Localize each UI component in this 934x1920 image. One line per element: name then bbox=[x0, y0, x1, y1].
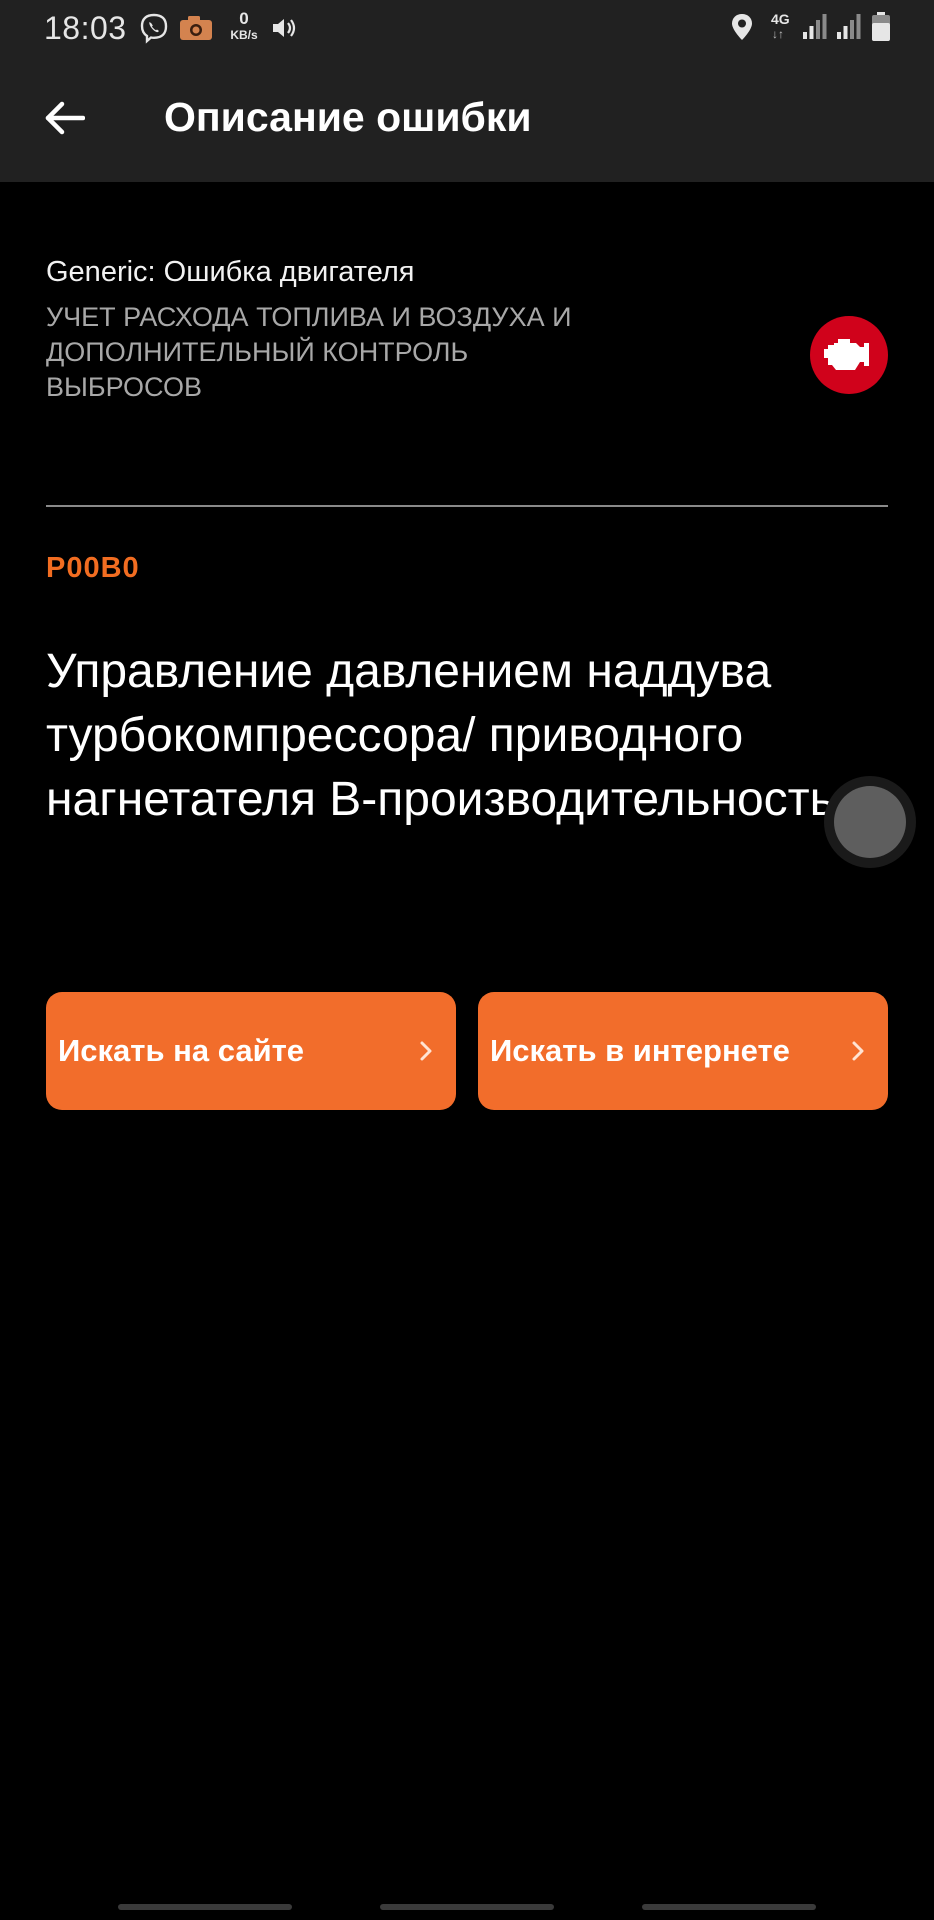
floating-assistive-button[interactable] bbox=[824, 776, 916, 868]
net-speed-indicator: 0 KB/s bbox=[224, 10, 264, 41]
floating-assistive-ball bbox=[834, 786, 906, 858]
network-type: 4G bbox=[771, 11, 790, 27]
net-speed-value: 0 bbox=[239, 9, 249, 28]
search-web-label: Искать в интернете bbox=[490, 1033, 790, 1068]
status-time: 18:03 bbox=[44, 10, 127, 46]
error-description: Управление давлением наддува турбокомпре… bbox=[46, 645, 835, 826]
signal-icon bbox=[802, 12, 828, 45]
signal-icon-2 bbox=[836, 12, 862, 45]
arrow-left-icon bbox=[45, 101, 85, 135]
error-subsystem: УЧЕТ РАСХОДА ТОПЛИВА И ВОЗДУХА И ДОПОЛНИ… bbox=[46, 302, 572, 402]
nav-back-hint[interactable] bbox=[642, 1904, 816, 1910]
check-engine-icon bbox=[824, 339, 869, 370]
search-site-label: Искать на сайте bbox=[58, 1033, 305, 1068]
battery-icon bbox=[870, 11, 892, 48]
nav-home-hint[interactable] bbox=[380, 1904, 554, 1910]
chevron-right-icon bbox=[852, 1041, 864, 1061]
volume-icon bbox=[270, 15, 298, 46]
gesture-nav-bar bbox=[0, 1896, 934, 1920]
error-code: P00B0 bbox=[46, 552, 140, 584]
search-web-button[interactable]: Искать в интернете bbox=[478, 992, 888, 1110]
divider bbox=[46, 505, 888, 507]
error-category: Generic: Ошибка двигателя bbox=[46, 256, 415, 288]
chevron-right-icon bbox=[420, 1041, 432, 1061]
search-site-button[interactable]: Искать на сайте bbox=[46, 992, 456, 1110]
page-title: Описание ошибки bbox=[164, 94, 532, 140]
back-button[interactable] bbox=[32, 86, 96, 150]
engine-error-badge bbox=[810, 316, 888, 394]
location-icon bbox=[730, 12, 754, 47]
camera-app-icon bbox=[178, 14, 214, 47]
network-activity-arrows: ↓↑ bbox=[772, 27, 784, 41]
screen: 18:03 0 KB/s 4G ↓↑ Описание ошибки Gener… bbox=[0, 0, 934, 1920]
viber-icon bbox=[138, 12, 170, 49]
net-speed-unit: KB/s bbox=[230, 28, 258, 42]
app-bar: Описание ошибки bbox=[0, 56, 934, 182]
nav-recents-hint[interactable] bbox=[118, 1904, 292, 1910]
status-bar: 18:03 0 KB/s 4G ↓↑ bbox=[0, 0, 934, 56]
